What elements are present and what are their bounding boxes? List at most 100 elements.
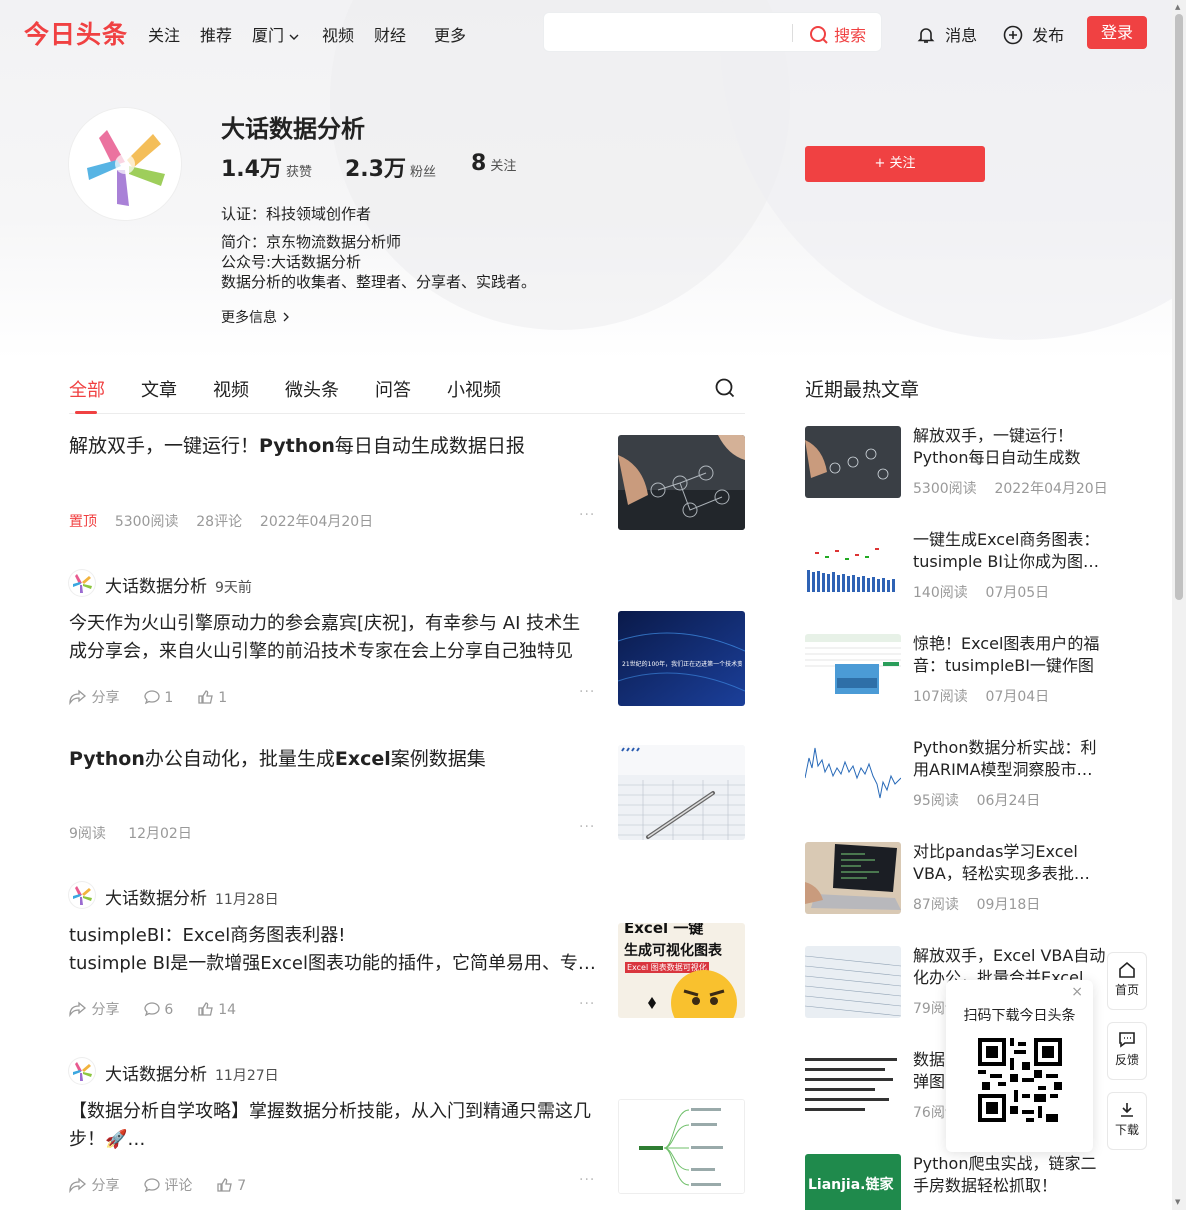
following-stat[interactable]: 8 关注 bbox=[471, 151, 516, 176]
nav-recommend[interactable]: 推荐 bbox=[200, 22, 232, 46]
follow-button[interactable]: + 关注 bbox=[805, 146, 985, 182]
messages-button[interactable]: 消息 bbox=[916, 22, 977, 46]
author-avatar[interactable] bbox=[69, 570, 95, 596]
nav-video[interactable]: 视频 bbox=[322, 22, 354, 46]
share-button[interactable]: 分享 bbox=[69, 689, 120, 706]
post-body[interactable]: 【数据分析自学攻略】掌握数据分析技能，从入门到精通只需这几步！🚀… bbox=[69, 1098, 594, 1154]
article-meta: 9阅读 12月02日 bbox=[69, 823, 192, 843]
more-info-link[interactable]: 更多信息 bbox=[221, 307, 291, 327]
comment-count: 28评论 bbox=[196, 514, 243, 530]
page-scrollbar[interactable]: ▲ ▼ bbox=[1172, 0, 1186, 1210]
hot-article-item[interactable]: 对比pandas学习Excel VBA，轻松实现多表批… 87阅读 09月18日 bbox=[805, 842, 1110, 916]
author-name[interactable]: 大话数据分析 11月28日 bbox=[105, 884, 279, 909]
hot-article-item[interactable]: Python数据分析实战：利用ARIMA模型洞察股市… 95阅读 06月24日 bbox=[805, 738, 1110, 812]
article-title[interactable]: Python办公自动化，批量生成Excel案例数据集 bbox=[69, 745, 599, 773]
tab-qa[interactable]: 问答 bbox=[375, 376, 411, 402]
hot-article-thumbnail bbox=[805, 738, 901, 810]
profile-avatar bbox=[69, 108, 181, 220]
tab-articles[interactable]: 文章 bbox=[141, 376, 177, 402]
like-button[interactable]: 14 bbox=[198, 1002, 236, 1018]
feedback-float-button[interactable]: 反馈 bbox=[1107, 1022, 1147, 1080]
article-title[interactable]: 解放双手，一键运行！Python每日自动生成数据日报 bbox=[69, 432, 599, 460]
home-float-label: 首页 bbox=[1114, 983, 1139, 997]
article-item[interactable]: 解放双手，一键运行！Python每日自动生成数据日报 置顶 5300阅读 28评… bbox=[69, 432, 745, 542]
author-avatar[interactable] bbox=[69, 1058, 95, 1084]
tab-micro[interactable]: 微头条 bbox=[285, 376, 339, 402]
download-icon bbox=[1121, 1103, 1133, 1117]
more-options-icon[interactable]: ··· bbox=[579, 819, 595, 835]
author-avatar[interactable] bbox=[69, 882, 95, 908]
nav-more[interactable]: 更多 bbox=[434, 22, 466, 46]
hands-logo-image bbox=[73, 574, 92, 593]
comment-button[interactable]: 评论 bbox=[144, 1178, 192, 1194]
post-thumbnail[interactable]: 21世纪的100年，我们正在迈进第一个技术变革 bbox=[618, 611, 745, 706]
author-name[interactable]: 大话数据分析 9天前 bbox=[105, 572, 252, 597]
more-options-icon[interactable]: ··· bbox=[579, 507, 595, 523]
read-count: 95阅读 bbox=[913, 793, 959, 809]
comment-icon bbox=[144, 690, 160, 705]
laptop-code-image bbox=[805, 842, 901, 914]
tab-search-button[interactable] bbox=[714, 377, 736, 403]
tab-short-video[interactable]: 小视频 bbox=[447, 376, 501, 402]
chevron-right-icon bbox=[283, 312, 289, 322]
hot-article-thumbnail bbox=[805, 946, 901, 1018]
like-button[interactable]: 7 bbox=[217, 1178, 246, 1194]
hot-article-meta: 87阅读 09月18日 bbox=[913, 894, 1040, 914]
thumbs-up-icon bbox=[198, 1002, 213, 1016]
post-thumbnail[interactable]: Excel 一键 生成可视化图表 Excel 图表数据可视化 bbox=[618, 923, 745, 1018]
search-button[interactable]: 搜索 bbox=[809, 22, 866, 46]
download-float-button[interactable]: 下载 bbox=[1107, 1092, 1147, 1150]
close-icon[interactable]: × bbox=[1071, 984, 1083, 1000]
login-button[interactable]: 登录 bbox=[1087, 16, 1147, 49]
micro-post[interactable]: 大话数据分析 9天前 今天作为火山引擎原动力的参会嘉宾[庆祝]，有幸参与 AI 技… bbox=[69, 570, 745, 710]
share-button[interactable]: 分享 bbox=[69, 1177, 119, 1194]
more-options-icon[interactable]: ··· bbox=[579, 684, 595, 700]
home-float-button[interactable]: 首页 bbox=[1107, 952, 1147, 1010]
publish-button[interactable]: 发布 bbox=[1003, 22, 1064, 46]
tab-all[interactable]: 全部 bbox=[69, 376, 105, 402]
hot-article-thumbnail bbox=[805, 530, 901, 602]
comment-count: 6 bbox=[164, 1002, 174, 1018]
like-count: 14 bbox=[218, 1002, 237, 1018]
scroll-down-icon[interactable]: ▼ bbox=[1175, 1198, 1180, 1206]
scroll-up-icon[interactable]: ▲ bbox=[1175, 3, 1180, 11]
nav-city[interactable]: 厦门 bbox=[252, 22, 300, 46]
article-thumbnail[interactable] bbox=[618, 435, 745, 530]
spreadsheet-image bbox=[805, 946, 901, 1018]
author-name[interactable]: 大话数据分析 11月27日 bbox=[105, 1060, 279, 1085]
hot-article-title: 对比pandas学习Excel VBA，轻松实现多表批… bbox=[913, 842, 1090, 883]
nav-finance[interactable]: 财经 bbox=[374, 22, 406, 46]
post-body[interactable]: tusimpleBI：Excel商务图表利器! tusimple BI是一款增强E… bbox=[69, 922, 594, 978]
hot-article-item[interactable]: 解放双手，一键运行！Python每日自动生成数据… 5300阅读 2022年04… bbox=[805, 426, 1110, 500]
hot-article-thumbnail bbox=[805, 426, 901, 498]
more-info-label: 更多信息 bbox=[221, 310, 277, 326]
comment-button[interactable]: 6 bbox=[144, 1002, 173, 1018]
nav-follow[interactable]: 关注 bbox=[148, 22, 180, 46]
scrollbar-thumb[interactable] bbox=[1175, 14, 1183, 600]
post-thumbnail[interactable] bbox=[618, 1099, 745, 1194]
micro-post[interactable]: 大话数据分析 11月27日 【数据分析自学攻略】掌握数据分析技能，从入门到精通只需… bbox=[69, 1058, 745, 1210]
article-item[interactable]: Python办公自动化，批量生成Excel案例数据集 9阅读 12月02日 ··… bbox=[69, 745, 745, 855]
post-body[interactable]: 今天作为火山引擎原动力的参会嘉宾[庆祝]，有幸参与 AI 技术生成分享会，来自火… bbox=[69, 610, 594, 666]
more-options-icon[interactable]: ··· bbox=[579, 996, 595, 1012]
publish-date: 2022年04月20日 bbox=[259, 514, 374, 530]
publish-date: 12月02日 bbox=[128, 826, 192, 842]
hot-article-item[interactable]: 一键生成Excel商务图表：tusimple BI让你成为图… 140阅读 07… bbox=[805, 530, 1110, 604]
tab-videos[interactable]: 视频 bbox=[213, 376, 249, 402]
comment-button[interactable]: 1 bbox=[144, 690, 173, 706]
hot-article-item[interactable]: Lianjia.链家 Python爬虫实战，链家二手房数据轻松抓取！ bbox=[805, 1154, 1110, 1210]
share-label: 分享 bbox=[91, 690, 120, 706]
fans-stat[interactable]: 2.3万 粉丝 bbox=[345, 151, 436, 183]
share-button[interactable]: 分享 bbox=[69, 1001, 119, 1018]
toutiao-logo[interactable]: 今日头条 bbox=[24, 15, 128, 51]
hot-article-item[interactable]: 惊艳！Excel图表用户的福音：tusimpleBI一键作图 107阅读 07月… bbox=[805, 634, 1110, 708]
article-thumbnail[interactable] bbox=[618, 745, 745, 840]
feedback-float-label: 反馈 bbox=[1114, 1053, 1139, 1067]
excel-dashboard-image bbox=[805, 634, 901, 706]
micro-post[interactable]: 大话数据分析 11月28日 tusimpleBI：Excel商务图表利器! tusi… bbox=[69, 882, 745, 1022]
more-options-icon[interactable]: ··· bbox=[579, 1172, 595, 1188]
profile-name: 大话数据分析 bbox=[221, 115, 365, 143]
bell-icon bbox=[917, 28, 935, 43]
like-button[interactable]: 1 bbox=[198, 690, 227, 706]
search-input[interactable] bbox=[554, 21, 784, 45]
